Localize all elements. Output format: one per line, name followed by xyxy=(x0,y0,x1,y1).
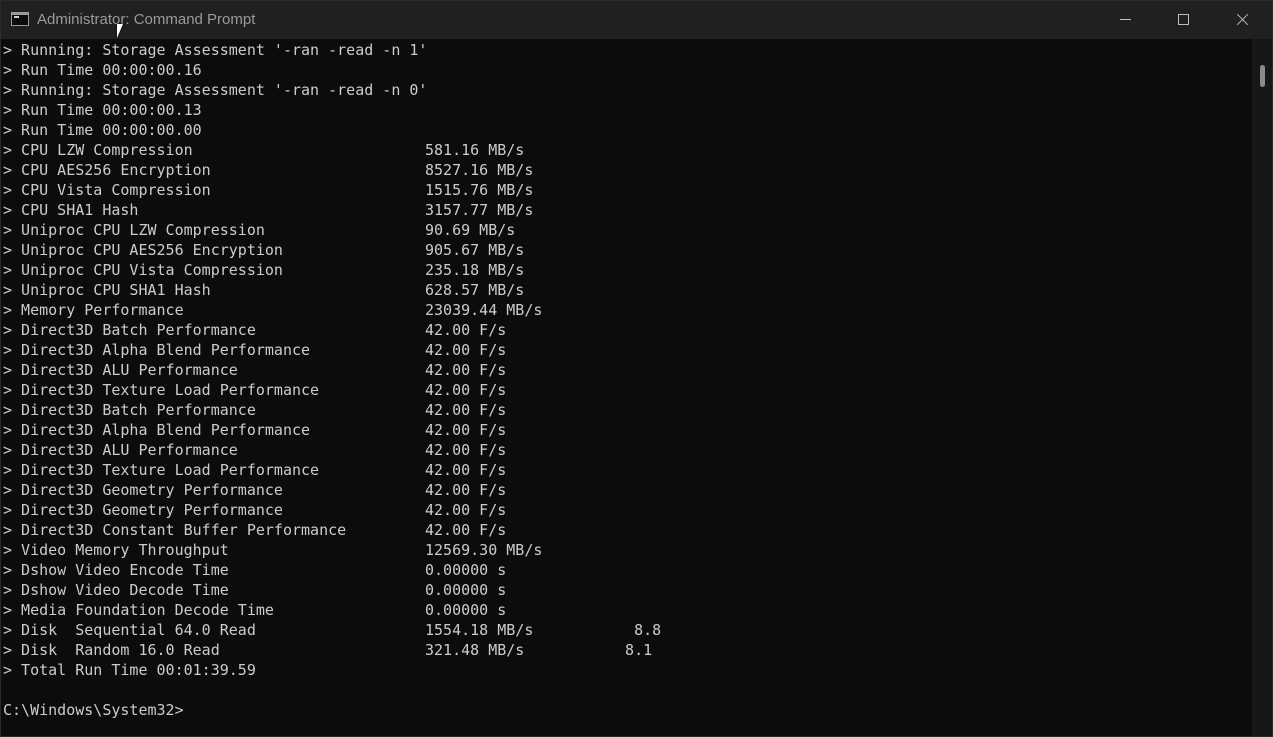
line-value: 628.57 MB/s xyxy=(425,281,525,299)
line-label: > Total Run Time 00:01:39.59 xyxy=(3,661,256,679)
command-prompt-window: Administrator: Command Prompt > Running:… xyxy=(0,0,1273,737)
line-label: > Direct3D Texture Load Performance xyxy=(3,461,320,479)
line-value: 905.67 MB/s xyxy=(425,241,525,259)
close-icon[interactable] xyxy=(1213,1,1271,39)
line-value: 235.18 MB/s xyxy=(425,261,525,279)
line-value: 42.00 F/s xyxy=(425,461,507,479)
line-value: 0.00000 s xyxy=(425,561,507,579)
command-prompt[interactable]: C:\Windows\System32> xyxy=(3,700,184,720)
line-label: > Disk Sequential 64.0 Read xyxy=(3,621,256,639)
line-label: > Dshow Video Decode Time xyxy=(3,581,229,599)
line-label: > Running: Storage Assessment '-ran -rea… xyxy=(3,81,428,99)
line-label: > Run Time 00:00:00.13 xyxy=(3,101,202,119)
line-value: 12569.30 MB/s xyxy=(425,541,543,559)
line-label: > Direct3D ALU Performance xyxy=(3,441,238,459)
maximize-icon[interactable] xyxy=(1155,1,1213,39)
line-label: > Direct3D Constant Buffer Performance xyxy=(3,521,347,539)
line-value: 42.00 F/s xyxy=(425,321,507,339)
line-label: > Uniproc CPU AES256 Encryption xyxy=(3,241,283,259)
command-prompt-icon[interactable] xyxy=(11,12,29,26)
line-label: > Direct3D ALU Performance xyxy=(3,361,238,379)
line-value: 42.00 F/s xyxy=(425,381,507,399)
line-label: > Direct3D Geometry Performance xyxy=(3,481,283,499)
line-value: 90.69 MB/s xyxy=(425,221,516,239)
line-value: 0.00000 s xyxy=(425,601,507,619)
line-value: 42.00 F/s xyxy=(425,481,507,499)
line-label: > Direct3D Geometry Performance xyxy=(3,501,283,519)
line-label: > Run Time 00:00:00.00 xyxy=(3,121,202,139)
line-label: > Disk Random 16.0 Read xyxy=(3,641,220,659)
line-value: 1554.18 MB/s xyxy=(425,621,534,639)
title-bar[interactable]: Administrator: Command Prompt xyxy=(1,1,1272,39)
line-value: 42.00 F/s xyxy=(425,401,507,419)
line-label: > CPU SHA1 Hash xyxy=(3,201,139,219)
window-title: Administrator: Command Prompt xyxy=(37,11,256,28)
line-value: 0.00000 s xyxy=(425,581,507,599)
line-label: > Media Foundation Decode Time xyxy=(3,601,274,619)
line-value: 42.00 F/s xyxy=(425,501,507,519)
line-value: 42.00 F/s xyxy=(425,361,507,379)
line-label: > Direct3D Batch Performance xyxy=(3,321,256,339)
line-value: 8527.16 MB/s xyxy=(425,161,534,179)
line-score: 8.1 xyxy=(607,641,653,659)
mouse-pointer-icon xyxy=(117,24,123,38)
line-label: > Video Memory Throughput xyxy=(3,541,229,559)
line-label: > Direct3D Texture Load Performance xyxy=(3,381,320,399)
line-label: > Uniproc CPU SHA1 Hash xyxy=(3,281,211,299)
line-label: > Uniproc CPU LZW Compression xyxy=(3,221,265,239)
console-output[interactable]: > Running: Storage Assessment '-ran -rea… xyxy=(1,39,1252,736)
line-value: 42.00 F/s xyxy=(425,441,507,459)
line-value: 42.00 F/s xyxy=(425,421,507,439)
line-score: 8.8 xyxy=(607,621,662,639)
line-label: > Uniproc CPU Vista Compression xyxy=(3,261,283,279)
line-label: > Running: Storage Assessment '-ran -rea… xyxy=(3,41,428,59)
line-label: > CPU AES256 Encryption xyxy=(3,161,211,179)
line-value: 1515.76 MB/s xyxy=(425,181,534,199)
line-label: > Direct3D Alpha Blend Performance xyxy=(3,341,311,359)
line-label: > Run Time 00:00:00.16 xyxy=(3,61,202,79)
line-label: > Direct3D Batch Performance xyxy=(3,401,256,419)
line-label: > Dshow Video Encode Time xyxy=(3,561,229,579)
line-value: 23039.44 MB/s xyxy=(425,301,543,319)
vertical-scrollbar[interactable] xyxy=(1252,39,1272,736)
scrollbar-thumb[interactable] xyxy=(1260,65,1265,87)
line-value: 3157.77 MB/s xyxy=(425,201,534,219)
line-label: > Direct3D Alpha Blend Performance xyxy=(3,421,311,439)
line-label: > CPU Vista Compression xyxy=(3,181,211,199)
line-value: 42.00 F/s xyxy=(425,521,507,539)
line-label: > Memory Performance xyxy=(3,301,184,319)
line-value: 321.48 MB/s xyxy=(425,641,525,659)
line-label: > CPU LZW Compression xyxy=(3,141,193,159)
minimize-icon[interactable] xyxy=(1097,1,1155,39)
line-value: 581.16 MB/s xyxy=(425,141,525,159)
line-value: 42.00 F/s xyxy=(425,341,507,359)
